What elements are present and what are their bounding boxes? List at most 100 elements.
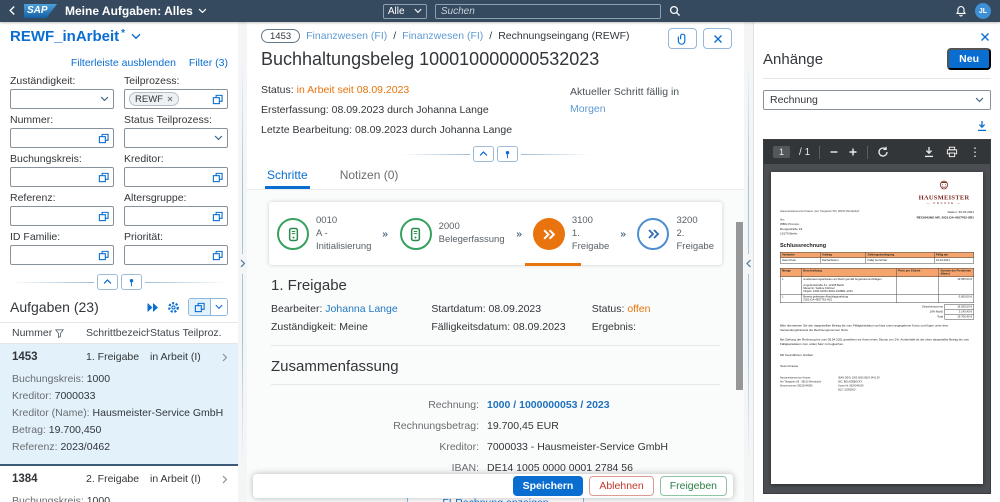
token-remove-icon[interactable] bbox=[167, 96, 173, 102]
approve-button[interactable]: Freigeben bbox=[660, 476, 727, 496]
chevron-down-icon[interactable] bbox=[211, 299, 227, 315]
attachment-type-select[interactable]: Rechnung bbox=[763, 90, 991, 110]
print-icon[interactable] bbox=[946, 146, 958, 158]
app-title-menu[interactable]: Meine Aufgaben: Alles bbox=[65, 4, 207, 18]
id-familie-input[interactable] bbox=[10, 245, 114, 265]
invoice-terms-table: Verkäufer Auftrag Zahlungsbedingung Fäll… bbox=[780, 252, 974, 264]
zoom-out-icon[interactable] bbox=[829, 147, 839, 157]
left-splitter[interactable] bbox=[238, 22, 247, 502]
due-block: Aktueller Schritt fällig in Morgen bbox=[570, 84, 720, 144]
pdf-scroll-area[interactable]: HAUSMEISTER — KRAUSE — Hausmeisterservic… bbox=[764, 164, 990, 493]
value-help-icon[interactable] bbox=[212, 250, 223, 261]
value-help-icon[interactable] bbox=[212, 211, 223, 222]
splitter-grip-left-icon[interactable] bbox=[744, 254, 753, 274]
back-icon[interactable] bbox=[9, 2, 16, 20]
flow-node-0010[interactable]: 0010A - Initialisierung bbox=[277, 215, 371, 253]
flow-separator-icon bbox=[382, 230, 388, 239]
referenz-input[interactable] bbox=[10, 206, 114, 226]
value-help-icon[interactable] bbox=[212, 172, 223, 183]
kreditor-input[interactable] bbox=[124, 167, 228, 187]
task-row-1453[interactable]: 1453 1. Freigabe in Arbeit (I) Buchungsk… bbox=[0, 344, 238, 466]
bearbeiter-link[interactable]: Johanna Lange bbox=[325, 303, 397, 315]
hide-filterbar-link[interactable]: Filterleiste ausblenden bbox=[71, 57, 176, 69]
filter-label: Altersgruppe: bbox=[124, 192, 228, 204]
page-number-box[interactable]: 1 bbox=[773, 146, 790, 158]
forward-all-icon[interactable] bbox=[147, 303, 159, 312]
process-flow: 0010A - Initialisierung 2000Belegerfassu… bbox=[269, 202, 722, 265]
copy-view-icon[interactable] bbox=[189, 299, 211, 315]
download-attachment-icon[interactable] bbox=[976, 117, 988, 135]
due-link[interactable]: Morgen bbox=[570, 101, 720, 118]
chevron-down-icon bbox=[214, 135, 223, 141]
nummer-input[interactable] bbox=[10, 128, 114, 148]
view-switch-split-button[interactable] bbox=[188, 298, 228, 316]
value-help-icon[interactable] bbox=[98, 133, 109, 144]
zoom-in-icon[interactable] bbox=[848, 147, 858, 157]
vertical-scrollbar[interactable] bbox=[736, 222, 743, 390]
tab-notizen[interactable]: Notizen (0) bbox=[338, 162, 401, 189]
attachment-type-value: Rechnung bbox=[770, 94, 818, 106]
search-scope-value: Alle bbox=[388, 6, 405, 17]
collapse-up-button[interactable] bbox=[97, 274, 118, 290]
zustaendigkeit-select[interactable] bbox=[10, 89, 114, 109]
invoice-paragraph: Bitte überweisen Sie den dargestellten B… bbox=[780, 324, 974, 333]
close-detail-button[interactable] bbox=[703, 28, 732, 49]
step-section-title: 1. Freigabe bbox=[271, 277, 720, 294]
splitter-grip-right-icon[interactable] bbox=[238, 254, 247, 274]
invoice-footer-left: Hausmeisterservice Krause Am Tiergarten … bbox=[780, 376, 821, 392]
attachments-button[interactable] bbox=[668, 28, 697, 49]
save-button[interactable]: Speichern bbox=[513, 476, 584, 496]
value-help-icon[interactable] bbox=[212, 94, 223, 105]
column-schritt[interactable]: Schrittbezeich... bbox=[86, 327, 150, 339]
more-options-kebab-icon[interactable]: ⋮ bbox=[969, 145, 981, 159]
column-nummer[interactable]: Nummer bbox=[12, 327, 86, 339]
task-step: 1. Freigabe bbox=[86, 351, 150, 363]
reject-button[interactable]: Ablehnen bbox=[589, 476, 653, 496]
invoice-logo: HAUSMEISTER — KRAUSE — bbox=[914, 180, 974, 205]
flow-node-2000[interactable]: 2000Belegerfassung bbox=[400, 218, 505, 250]
right-splitter[interactable] bbox=[744, 22, 753, 502]
prioritaet-input[interactable] bbox=[124, 245, 228, 265]
flow-node-3100[interactable]: 31001. Freigabe bbox=[533, 215, 610, 253]
tab-strip: Schritte Notizen (0) bbox=[247, 162, 744, 190]
reset-zoom-icon[interactable] bbox=[877, 146, 889, 158]
settings-gear-icon[interactable] bbox=[167, 301, 180, 314]
close-attachments-icon[interactable] bbox=[980, 28, 990, 46]
teilprozess-input[interactable]: REWF bbox=[124, 89, 228, 109]
chevron-right-icon bbox=[222, 475, 228, 484]
altersgruppe-input[interactable] bbox=[124, 206, 228, 226]
rechnung-link[interactable]: 1000 / 1000000053 / 2023 bbox=[487, 399, 720, 411]
pdf-download-icon[interactable] bbox=[923, 146, 935, 158]
breadcrumb-link[interactable]: Finanzwesen (FI) bbox=[306, 30, 387, 42]
column-status[interactable]: Status Teilproz... bbox=[150, 327, 222, 339]
user-avatar[interactable]: JL bbox=[975, 3, 991, 19]
pin-button[interactable] bbox=[497, 146, 518, 162]
app-title: Meine Aufgaben: Alles bbox=[65, 4, 193, 18]
filter-count-link[interactable]: Filter (3) bbox=[189, 57, 228, 69]
task-list-panel: REWF_inArbeit* Filterleiste ausblenden F… bbox=[0, 22, 238, 502]
buchungskreis-input[interactable] bbox=[10, 167, 114, 187]
status-teilprozess-select[interactable] bbox=[124, 128, 228, 148]
task-row-1384[interactable]: 1384 2. Freigabe in Arbeit (I) Buchungsk… bbox=[0, 466, 238, 502]
task-step: 2. Freigabe bbox=[86, 473, 150, 485]
filter-label: Referenz: bbox=[10, 192, 114, 204]
search-scope-select[interactable]: Alle bbox=[383, 4, 427, 19]
search-icon[interactable] bbox=[669, 2, 681, 20]
breadcrumb-link[interactable]: Finanzwesen (FI) bbox=[402, 30, 483, 42]
search-input[interactable]: Suchen bbox=[435, 4, 661, 19]
variant-selector[interactable]: REWF_inArbeit* bbox=[10, 28, 228, 45]
breadcrumb: 1453 Finanzwesen (FI) / Finanzwesen (FI)… bbox=[261, 29, 730, 43]
value-help-icon[interactable] bbox=[98, 211, 109, 222]
filter-bar: Zuständigkeit: Teilprozess: REWF Nummer:… bbox=[10, 75, 228, 265]
filter-label: Nummer: bbox=[10, 114, 114, 126]
flow-node-3200[interactable]: 32002. Freigabe bbox=[637, 215, 714, 253]
new-attachment-button[interactable]: Neu bbox=[947, 48, 991, 70]
invoice-footer-right: IBAN DE41 1005 0000 8524 3441 59 BIC: BE… bbox=[838, 376, 879, 392]
value-help-icon[interactable] bbox=[98, 172, 109, 183]
tab-schritte[interactable]: Schritte bbox=[265, 162, 310, 189]
pin-button[interactable] bbox=[121, 274, 142, 290]
notifications-bell-icon[interactable] bbox=[955, 2, 967, 20]
collapse-up-button[interactable] bbox=[473, 146, 494, 162]
header-collapse-bar bbox=[401, 146, 591, 162]
value-help-icon[interactable] bbox=[98, 250, 109, 261]
